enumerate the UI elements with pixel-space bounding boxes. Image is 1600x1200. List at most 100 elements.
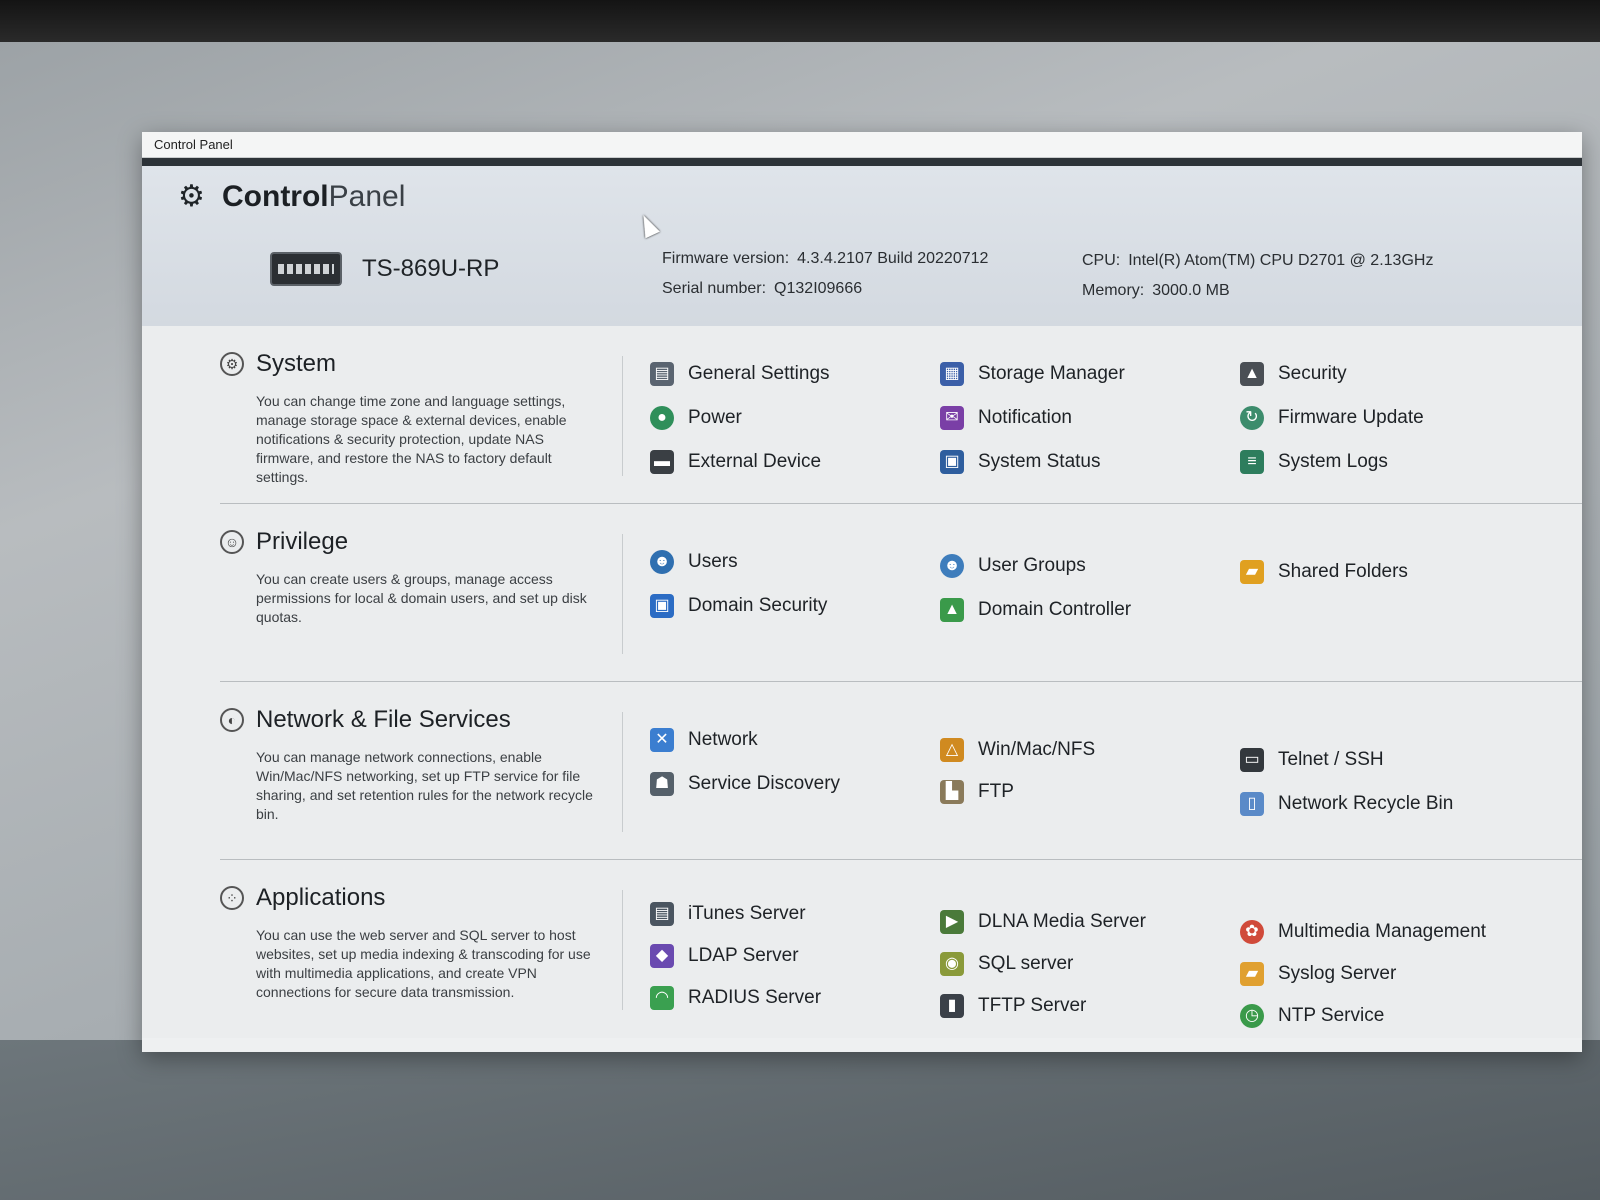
item-radius-server[interactable]: ◠ RADIUS Server [650,986,821,1010]
users-icon: ☻ [650,550,674,574]
item-ntp-service[interactable]: ◷ NTP Service [1240,1004,1384,1028]
system-logs-icon: ≡ [1240,450,1264,474]
ftp-icon: ▙ [940,780,964,804]
item-dlna-media-server[interactable]: ▶ DLNA Media Server [940,910,1146,934]
itunes-server-icon: ▤ [650,902,674,926]
syslog-server-icon: ▰ [1240,962,1264,986]
firmware-info: Firmware version: 4.3.4.2107 Build 202207… [662,250,989,297]
domain-controller-icon: ▲ [940,598,964,622]
item-ftp[interactable]: ▙ FTP [940,780,1014,804]
window-titlebar[interactable]: Control Panel [142,132,1582,158]
firmware-update-icon: ↻ [1240,406,1264,430]
section-divider [622,356,623,476]
general-settings-icon: ▤ [650,362,674,386]
item-power[interactable]: ● Power [650,406,742,430]
item-storage-manager[interactable]: ▦ Storage Manager [940,362,1125,386]
section-items: ✕ Network ☗ Service Discovery △ Win/Mac/… [650,718,1582,858]
firmware-value: 4.3.4.2107 Build 20220712 [797,250,989,267]
section-divider [622,712,623,832]
tftp-server-icon: ▮ [940,994,964,1018]
dlna-media-server-icon: ▶ [940,910,964,934]
lock-icon: ▲ [1240,362,1264,386]
monitor-bezel [0,0,1600,42]
section-title: Network & File Services [256,706,511,733]
section-description: You can manage network connections, enab… [256,749,593,822]
shared-folders-icon: ▰ [1240,560,1264,584]
item-service-discovery[interactable]: ☗ Service Discovery [650,772,840,796]
win-mac-nfs-icon: △ [940,738,964,762]
item-external-device[interactable]: ▬ External Device [650,450,821,474]
terminal-icon: ▭ [1240,748,1264,772]
item-network[interactable]: ✕ Network [650,728,758,752]
item-system-status[interactable]: ▣ System Status [940,450,1101,474]
section-title: Privilege [256,528,349,555]
cpu-value: Intel(R) Atom(TM) CPU D2701 @ 2.13GHz [1128,252,1434,269]
section-description: You can create users & groups, manage ac… [256,571,587,625]
item-shared-folders[interactable]: ▰ Shared Folders [1240,560,1408,584]
item-system-logs[interactable]: ≡ System Logs [1240,450,1388,474]
hardware-info: CPU: Intel(R) Atom(TM) CPU D2701 @ 2.13GH… [1082,252,1434,299]
device-info: TS-869U-RP [270,252,499,286]
gear-icon: ⚙ [178,180,205,213]
item-multimedia-management[interactable]: ✿ Multimedia Management [1240,920,1486,944]
network-icon: ✕ [650,728,674,752]
app-title: ⚙ ControlPanel [178,180,405,214]
memory-value: 3000.0 MB [1152,282,1230,299]
item-telnet-ssh[interactable]: ▭ Telnet / SSH [1240,748,1384,772]
item-ldap-server[interactable]: ◆ LDAP Server [650,944,799,968]
background-desk [0,1040,1600,1200]
globe-icon: ◐ [220,708,244,732]
item-domain-controller[interactable]: ▲ Domain Controller [940,598,1131,622]
item-sql-server[interactable]: ◉ SQL server [940,952,1073,976]
multimedia-management-icon: ✿ [1240,920,1264,944]
section-divider [622,890,623,1010]
section-applications: ⁘ Applications You can use the web serve… [220,860,1582,1038]
item-firmware-update[interactable]: ↻ Firmware Update [1240,406,1424,430]
section-items: ▤ iTunes Server ◆ LDAP Server ◠ RADIUS S… [650,896,1582,1036]
app-title-text: ControlPanel [222,180,406,213]
ldap-server-icon: ◆ [650,944,674,968]
item-users[interactable]: ☻ Users [650,550,738,574]
mouse-cursor-icon [636,211,660,239]
item-domain-security[interactable]: ▣ Domain Security [650,594,827,618]
ntp-service-icon: ◷ [1240,1004,1264,1028]
section-title: System [256,350,337,377]
panel-content: ⚙ System You can change time zone and la… [142,326,1582,1038]
section-description: You can change time zone and language se… [256,393,567,485]
domain-security-icon: ▣ [650,594,674,618]
system-status-icon: ▣ [940,450,964,474]
item-security[interactable]: ▲ Security [1240,362,1347,386]
section-divider [622,534,623,654]
serial-value: Q132I09666 [774,280,863,297]
section-items: ☻ Users ▣ Domain Security ☻ User Groups … [650,540,1582,680]
radius-server-icon: ◠ [650,986,674,1010]
item-win-mac-nfs[interactable]: △ Win/Mac/NFS [940,738,1095,762]
item-general-settings[interactable]: ▤ General Settings [650,362,830,386]
gear-icon: ⚙ [220,352,244,376]
section-system: ⚙ System You can change time zone and la… [220,326,1582,504]
section-items: ▤ General Settings ● Power ▬ External De… [650,362,1582,502]
control-panel-window: Control Panel ⚙ ControlPanel TS-869U-RP … [142,132,1582,1052]
titlebar-separator [142,158,1582,166]
user-groups-icon: ☻ [940,554,964,578]
section-network-file-services: ◐ Network & File Services You can manage… [220,682,1582,860]
user-outline-icon: ☺ [220,530,244,554]
item-notification[interactable]: ✉ Notification [940,406,1072,430]
device-name: TS-869U-RP [362,255,500,282]
notification-icon: ✉ [940,406,964,430]
external-device-icon: ▬ [650,450,674,474]
item-syslog-server[interactable]: ▰ Syslog Server [1240,962,1396,986]
item-tftp-server[interactable]: ▮ TFTP Server [940,994,1086,1018]
service-discovery-icon: ☗ [650,772,674,796]
power-bulb-icon: ● [650,406,674,430]
item-user-groups[interactable]: ☻ User Groups [940,554,1086,578]
panel-header: ⚙ ControlPanel TS-869U-RP Firmware versi… [142,166,1582,326]
item-network-recycle-bin[interactable]: ▯ Network Recycle Bin [1240,792,1453,816]
window-title: Control Panel [154,137,233,152]
recycle-bin-icon: ▯ [1240,792,1264,816]
section-privilege: ☺ Privilege You can create users & group… [220,504,1582,682]
nas-device-icon [270,252,342,286]
item-itunes-server[interactable]: ▤ iTunes Server [650,902,806,926]
storage-manager-icon: ▦ [940,362,964,386]
section-description: You can use the web server and SQL serve… [256,927,591,1000]
